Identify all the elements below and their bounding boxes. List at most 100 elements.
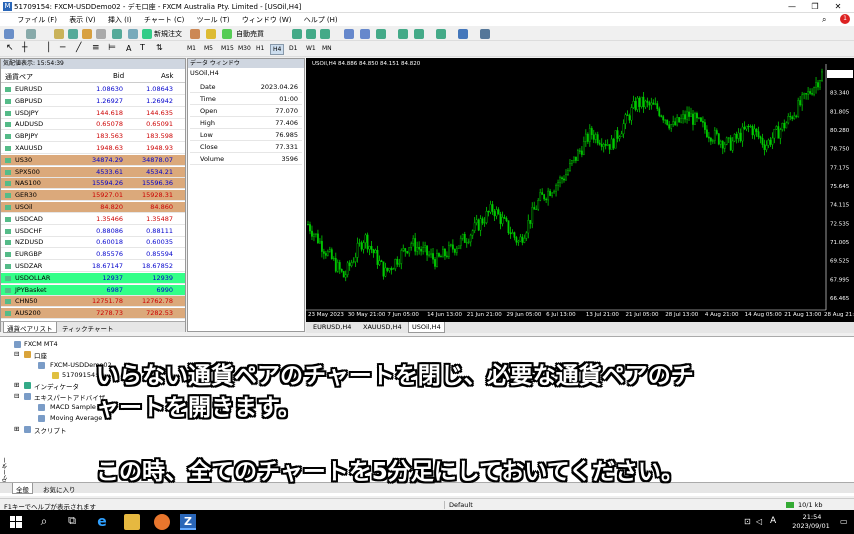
vertical-line-icon[interactable]: │	[46, 43, 51, 53]
expand-indicators-icon[interactable]: ⊞	[14, 381, 19, 389]
tile-windows-icon[interactable]	[376, 29, 386, 39]
chart-tab-eurusd[interactable]: EURUSD,H4	[310, 322, 354, 333]
close-button[interactable]: ✕	[830, 1, 846, 12]
new-order-button[interactable]: 新規注文	[154, 29, 182, 39]
data-window-icon[interactable]	[68, 29, 78, 39]
navigator-icon[interactable]	[82, 29, 92, 39]
tf-h4[interactable]: H4	[270, 44, 285, 55]
cursor-icon[interactable]: ↖	[6, 43, 14, 53]
expand-accounts-icon[interactable]: ⊟	[14, 350, 19, 358]
maximize-button[interactable]: ❐	[807, 1, 823, 12]
menu-view[interactable]: 表示 (V)	[64, 13, 100, 25]
periods-icon[interactable]	[458, 29, 468, 39]
table-row[interactable]: GBPJPY 183.563 183.598	[1, 131, 185, 143]
tab-tick-chart[interactable]: ティックチャート	[59, 322, 117, 333]
table-row[interactable]: AUS200 7278.73 7282.53	[1, 308, 185, 320]
terminal-icon[interactable]	[96, 29, 106, 39]
expand-scripts-icon[interactable]: ⊞	[14, 425, 19, 433]
table-row[interactable]: JPYBasket 6987 6990	[1, 284, 185, 296]
autoscroll-icon[interactable]	[398, 29, 408, 39]
zoom-out-icon[interactable]	[360, 29, 370, 39]
menu-help[interactable]: ヘルプ (H)	[299, 13, 343, 25]
tf-w1[interactable]: W1	[304, 44, 318, 53]
trendline-icon[interactable]: ╱	[76, 43, 81, 53]
arrows-tool-icon[interactable]: ⇅	[156, 43, 163, 52]
menu-chart[interactable]: チャート (C)	[139, 13, 190, 25]
table-row[interactable]: EURGBP 0.85576 0.85594	[1, 249, 185, 261]
nav-indicators[interactable]: インディケータ	[34, 381, 79, 391]
nav-accounts[interactable]: 口座	[34, 350, 47, 360]
ime-indicator[interactable]: A	[770, 516, 776, 526]
tester-icon[interactable]	[112, 29, 122, 39]
templates-icon[interactable]	[480, 29, 490, 39]
menu-tools[interactable]: ツール (T)	[192, 13, 235, 25]
table-row[interactable]: USDZAR 18.67147 18.67852	[1, 261, 185, 272]
clock-time[interactable]: 21:54	[792, 513, 832, 521]
nav-root[interactable]: FXCM MT4	[24, 340, 58, 348]
label-tool-icon[interactable]: T	[140, 43, 145, 52]
new-order-icon[interactable]	[142, 29, 152, 39]
firefox-icon[interactable]	[154, 514, 170, 530]
nav-scripts[interactable]: スクリプト	[34, 425, 67, 435]
table-row[interactable]: NAS100 15594.26 15596.36	[1, 178, 185, 190]
tab-common[interactable]: 全般	[12, 483, 33, 494]
volume-icon[interactable]: ◁	[756, 517, 762, 526]
notifications-icon[interactable]: ▭	[840, 517, 848, 526]
mt4-app-icon[interactable]: Z	[180, 514, 196, 530]
column-ask[interactable]: Ask	[161, 72, 174, 80]
fibonacci-icon[interactable]: ⊨	[108, 43, 116, 53]
tf-m1[interactable]: M1	[185, 44, 198, 53]
nav-experts[interactable]: エキスパートアドバイザ	[34, 392, 105, 402]
table-row[interactable]: SPX500 4533.61 4534.21	[1, 166, 185, 178]
auto-trading-button[interactable]: 自動売買	[236, 29, 264, 39]
clock-date[interactable]: 2023/09/01	[786, 522, 836, 530]
table-row[interactable]: USOil 84.820 84.860	[1, 202, 185, 213]
table-row[interactable]: XAUUSD 1948.63 1948.93	[1, 143, 185, 154]
table-row[interactable]: US30 34874.29 34878.07	[1, 154, 185, 166]
tf-mn[interactable]: MN	[320, 44, 334, 53]
new-chart-icon[interactable]	[4, 29, 14, 39]
tf-m30[interactable]: M30	[236, 44, 253, 53]
menu-file[interactable]: ファイル (F)	[12, 13, 62, 25]
minimize-button[interactable]: —	[784, 1, 800, 12]
auto-trading-icon[interactable]	[222, 29, 232, 39]
chart-tab-xauusd[interactable]: XAUUSD,H4	[360, 322, 405, 333]
edge-icon[interactable]: e	[94, 514, 110, 530]
profiles-icon[interactable]	[26, 29, 36, 39]
crosshair-icon[interactable]: ┼	[22, 43, 27, 53]
nav-expert-ma[interactable]: Moving Average	[50, 414, 102, 422]
table-row[interactable]: EURUSD 1.08630 1.08643	[1, 84, 185, 95]
market-watch-icon[interactable]	[54, 29, 64, 39]
task-view-icon[interactable]: ⧉	[64, 514, 80, 530]
bar-chart-icon[interactable]	[292, 29, 302, 39]
chart-shift-icon[interactable]	[414, 29, 424, 39]
chart-canvas[interactable]: 84.82083.34081.80580.28078.75077.17575.6…	[306, 58, 854, 322]
table-row[interactable]: CHN50 12751.78 12762.78	[1, 296, 185, 308]
table-row[interactable]: AUDUSD 0.65078 0.65091	[1, 119, 185, 131]
channel-icon[interactable]: ≡	[92, 43, 100, 53]
nav-expert-macd[interactable]: MACD Sample	[50, 403, 96, 411]
menu-window[interactable]: ウィンドウ (W)	[237, 13, 297, 25]
history-icon[interactable]	[128, 29, 138, 39]
text-tool-icon[interactable]: A	[126, 44, 131, 53]
windows-start-icon[interactable]	[8, 514, 24, 530]
chart-tab-usoil[interactable]: USOil,H4	[408, 322, 445, 333]
zoom-in-icon[interactable]	[344, 29, 354, 39]
table-row[interactable]: USDOLLAR 12937 12939	[1, 272, 185, 284]
signals-icon[interactable]	[206, 29, 216, 39]
table-row[interactable]: NZDUSD 0.60018 0.60035	[1, 237, 185, 249]
horizontal-line-icon[interactable]: ─	[60, 43, 65, 53]
tf-d1[interactable]: D1	[287, 44, 299, 53]
table-row[interactable]: USDCHF 0.88086 0.88111	[1, 225, 185, 237]
tf-h1[interactable]: H1	[254, 44, 266, 53]
indicators-icon[interactable]	[436, 29, 446, 39]
search-icon[interactable]: ⌕	[36, 514, 52, 530]
tf-m15[interactable]: M15	[219, 44, 236, 53]
tray-chevron-icon[interactable]: ⊡	[744, 517, 751, 526]
menu-insert[interactable]: 挿入 (I)	[103, 13, 137, 25]
tab-symbols[interactable]: 通貨ペアリスト	[3, 322, 57, 333]
table-row[interactable]: USDCAD 1.35466 1.35487	[1, 213, 185, 225]
notification-icon[interactable]: 1	[840, 14, 850, 24]
collapse-experts-icon[interactable]: ⊟	[14, 392, 19, 400]
file-explorer-icon[interactable]	[124, 514, 140, 530]
